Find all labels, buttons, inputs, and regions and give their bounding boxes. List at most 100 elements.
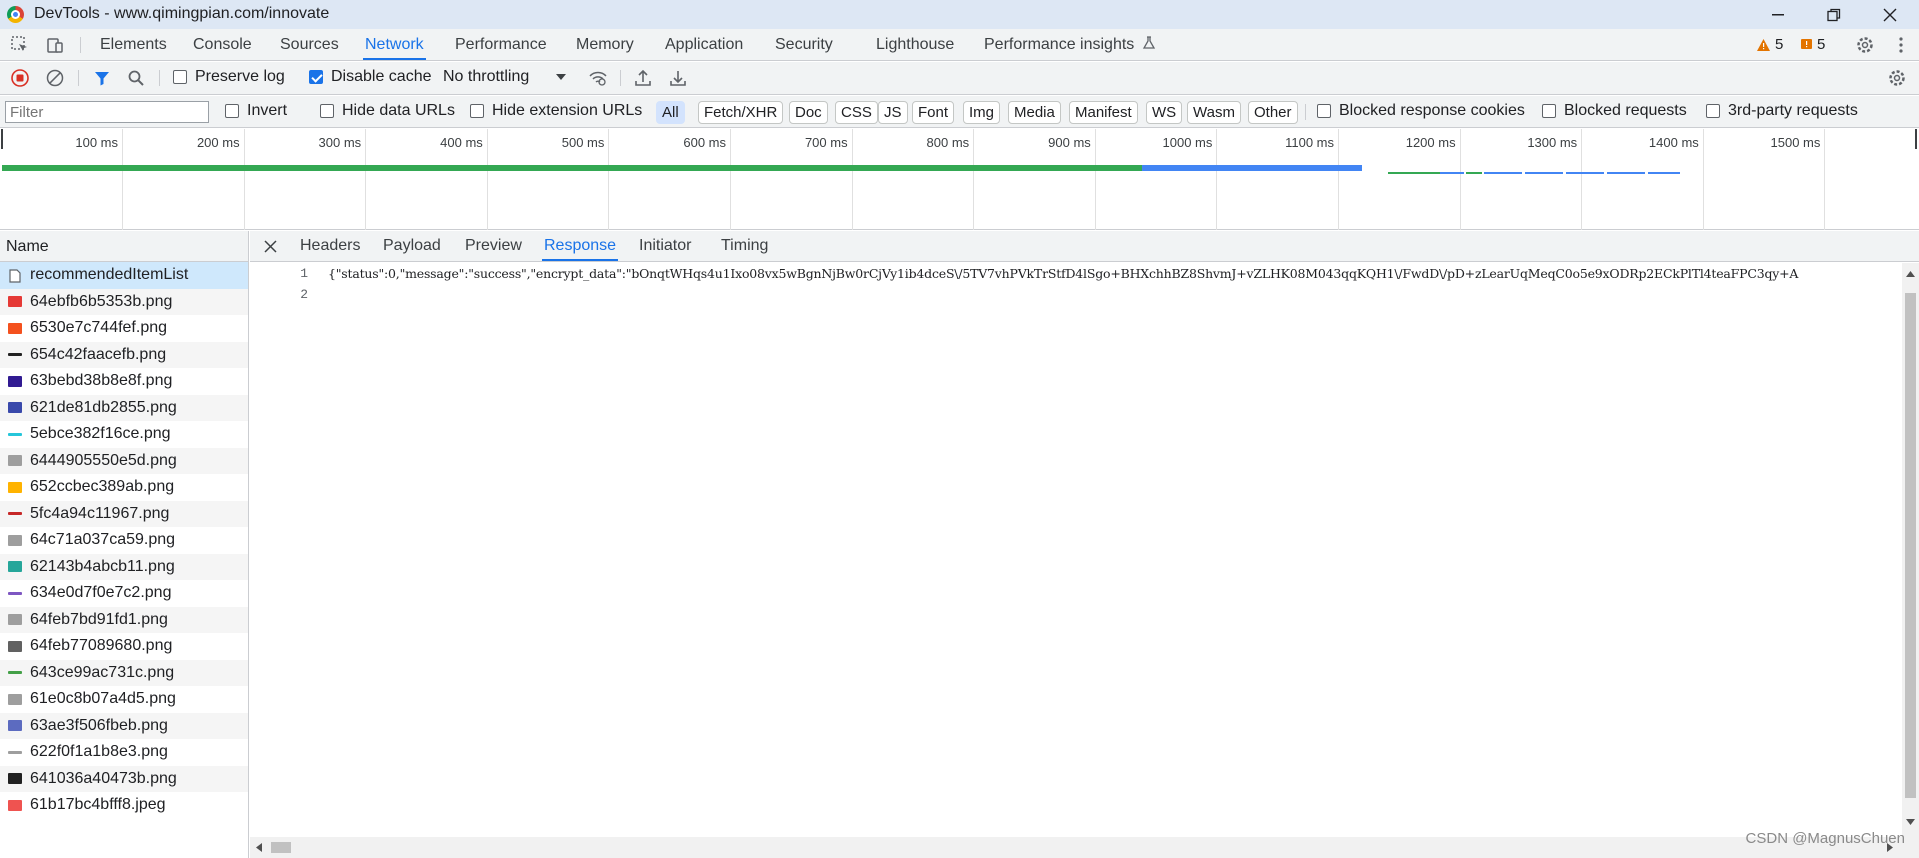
- request-row[interactable]: 5ebce382f16ce.png: [0, 421, 248, 448]
- tab-performance[interactable]: Performance: [453, 29, 549, 60]
- scroll-up-icon[interactable]: [1906, 271, 1915, 277]
- type-filter-js[interactable]: JS: [878, 101, 908, 124]
- type-filter-wasm[interactable]: Wasm: [1187, 101, 1241, 124]
- request-row[interactable]: 621de81db2855.png: [0, 394, 248, 421]
- tab-application[interactable]: Application: [663, 29, 745, 60]
- invert-checkbox[interactable]: Invert: [225, 102, 287, 120]
- network-settings-gear-icon[interactable]: [1887, 68, 1907, 88]
- scroll-down-icon[interactable]: [1906, 819, 1915, 825]
- more-options-icon[interactable]: [1891, 35, 1911, 55]
- tab-network[interactable]: Network: [363, 29, 426, 60]
- request-row[interactable]: 63ae3f506fbeb.png: [0, 712, 248, 739]
- tab-security[interactable]: Security: [773, 29, 835, 60]
- stop-recording-icon[interactable]: [10, 68, 30, 88]
- timeline-right-handle[interactable]: [1914, 129, 1917, 149]
- type-filter-all[interactable]: All: [656, 101, 685, 124]
- horizontal-scrollbar[interactable]: [250, 837, 1919, 858]
- hide-extension-urls-box[interactable]: [470, 104, 484, 118]
- clear-icon[interactable]: [45, 68, 65, 88]
- preserve-log-checkbox[interactable]: Preserve log: [173, 68, 285, 86]
- type-filter-fetch-xhr[interactable]: Fetch/XHR: [698, 101, 784, 124]
- request-row[interactable]: 61b17bc4bfff8.jpeg: [0, 792, 248, 819]
- hide-extension-urls-checkbox[interactable]: Hide extension URLs: [470, 102, 642, 120]
- disable-cache-checkbox[interactable]: Disable cache: [309, 68, 432, 86]
- tab-elements[interactable]: Elements: [98, 29, 169, 60]
- vertical-scrollbar[interactable]: [1902, 263, 1919, 837]
- disable-cache-box[interactable]: [309, 70, 323, 84]
- blocked-requests-checkbox[interactable]: Blocked requests: [1542, 102, 1687, 120]
- type-filter-css[interactable]: CSS: [835, 101, 878, 124]
- request-row[interactable]: 5fc4a94c11967.png: [0, 500, 248, 527]
- tab-response[interactable]: Response: [542, 231, 619, 261]
- tab-lighthouse[interactable]: Lighthouse: [874, 29, 956, 60]
- request-row[interactable]: 61e0c8b07a4d5.png: [0, 686, 248, 713]
- request-row[interactable]: 64c71a037ca59.png: [0, 527, 248, 554]
- import-har-icon[interactable]: [633, 68, 653, 88]
- type-filter-doc[interactable]: Doc: [789, 101, 828, 124]
- preserve-log-box[interactable]: [173, 70, 187, 84]
- throttling-select[interactable]: No throttling: [443, 68, 567, 86]
- response-viewer[interactable]: 1 2 {"status":0,"message":"success","enc…: [250, 263, 1902, 837]
- request-row[interactable]: 643ce99ac731c.png: [0, 659, 248, 686]
- request-row[interactable]: 641036a40473b.png: [0, 765, 248, 792]
- issues-badge[interactable]: 5: [1800, 36, 1825, 53]
- close-icon[interactable]: [264, 240, 277, 253]
- type-filter-font[interactable]: Font: [912, 101, 955, 124]
- type-filter-other[interactable]: Other: [1248, 101, 1298, 124]
- timeline-left-handle[interactable]: [1, 129, 4, 149]
- device-toolbar-icon[interactable]: [45, 35, 65, 55]
- inspect-element-icon[interactable]: [10, 35, 30, 55]
- request-row[interactable]: 654c42faacefb.png: [0, 341, 248, 368]
- tab-console[interactable]: Console: [191, 29, 254, 60]
- third-party-requests-checkbox[interactable]: 3rd-party requests: [1706, 102, 1858, 120]
- tab-sources[interactable]: Sources: [278, 29, 341, 60]
- third-party-requests-label: 3rd-party requests: [1728, 102, 1858, 119]
- type-filter-manifest[interactable]: Manifest: [1069, 101, 1138, 124]
- network-conditions-icon[interactable]: [588, 68, 608, 88]
- network-overview-timeline[interactable]: 100 ms 200 ms 300 ms 400 ms 500 ms 600 ms 700 …: [0, 129, 1919, 230]
- tab-headers[interactable]: Headers: [298, 231, 362, 261]
- image-thumbnail-icon: [8, 614, 22, 626]
- blocked-response-cookies-checkbox[interactable]: Blocked response cookies: [1317, 102, 1525, 120]
- tab-timing[interactable]: Timing: [719, 231, 770, 261]
- tab-performance-insights[interactable]: Performance insights: [982, 29, 1158, 60]
- hide-data-urls-box[interactable]: [320, 104, 334, 118]
- tab-initiator[interactable]: Initiator: [637, 231, 693, 261]
- request-row[interactable]: 622f0f1a1b8e3.png: [0, 739, 248, 766]
- tab-memory[interactable]: Memory: [574, 29, 636, 60]
- scroll-left-icon[interactable]: [256, 843, 262, 852]
- request-row[interactable]: 652ccbec389ab.png: [0, 474, 248, 501]
- restore-button[interactable]: [1811, 0, 1857, 29]
- vertical-scroll-thumb[interactable]: [1905, 293, 1916, 798]
- request-row[interactable]: recommendedItemList: [0, 262, 248, 289]
- blocked-requests-box[interactable]: [1542, 104, 1556, 118]
- request-row[interactable]: 64feb77089680.png: [0, 633, 248, 660]
- settings-gear-icon[interactable]: [1855, 35, 1875, 55]
- request-row[interactable]: 6444905550e5d.png: [0, 447, 248, 474]
- blocked-response-cookies-box[interactable]: [1317, 104, 1331, 118]
- hide-data-urls-checkbox[interactable]: Hide data URLs: [320, 102, 455, 120]
- tab-preview[interactable]: Preview: [463, 231, 524, 261]
- request-row[interactable]: 6530e7c744fef.png: [0, 315, 248, 342]
- tab-payload[interactable]: Payload: [381, 231, 443, 261]
- export-har-icon[interactable]: [668, 68, 688, 88]
- filter-funnel-icon[interactable]: [92, 68, 112, 88]
- request-row[interactable]: 63bebd38b8e8f.png: [0, 368, 248, 395]
- type-filter-media[interactable]: Media: [1008, 101, 1061, 124]
- minimize-button[interactable]: [1755, 0, 1801, 29]
- filter-input[interactable]: [5, 101, 209, 123]
- request-row[interactable]: 64ebfb6b5353b.png: [0, 288, 248, 315]
- request-row[interactable]: 62143b4abcb11.png: [0, 553, 248, 580]
- type-filter-ws[interactable]: WS: [1146, 101, 1183, 124]
- name-column-header[interactable]: Name: [0, 231, 248, 262]
- close-window-button[interactable]: [1867, 0, 1913, 29]
- horizontal-scroll-thumb[interactable]: [271, 842, 291, 853]
- request-row[interactable]: 634e0d7f0e7c2.png: [0, 580, 248, 607]
- invert-box[interactable]: [225, 104, 239, 118]
- flask-icon: [1142, 36, 1155, 49]
- warnings-badge[interactable]: 5: [1756, 36, 1783, 53]
- request-row[interactable]: 64feb7bd91fd1.png: [0, 606, 248, 633]
- type-filter-img[interactable]: Img: [963, 101, 1001, 124]
- search-icon[interactable]: [126, 68, 146, 88]
- third-party-requests-box[interactable]: [1706, 104, 1720, 118]
